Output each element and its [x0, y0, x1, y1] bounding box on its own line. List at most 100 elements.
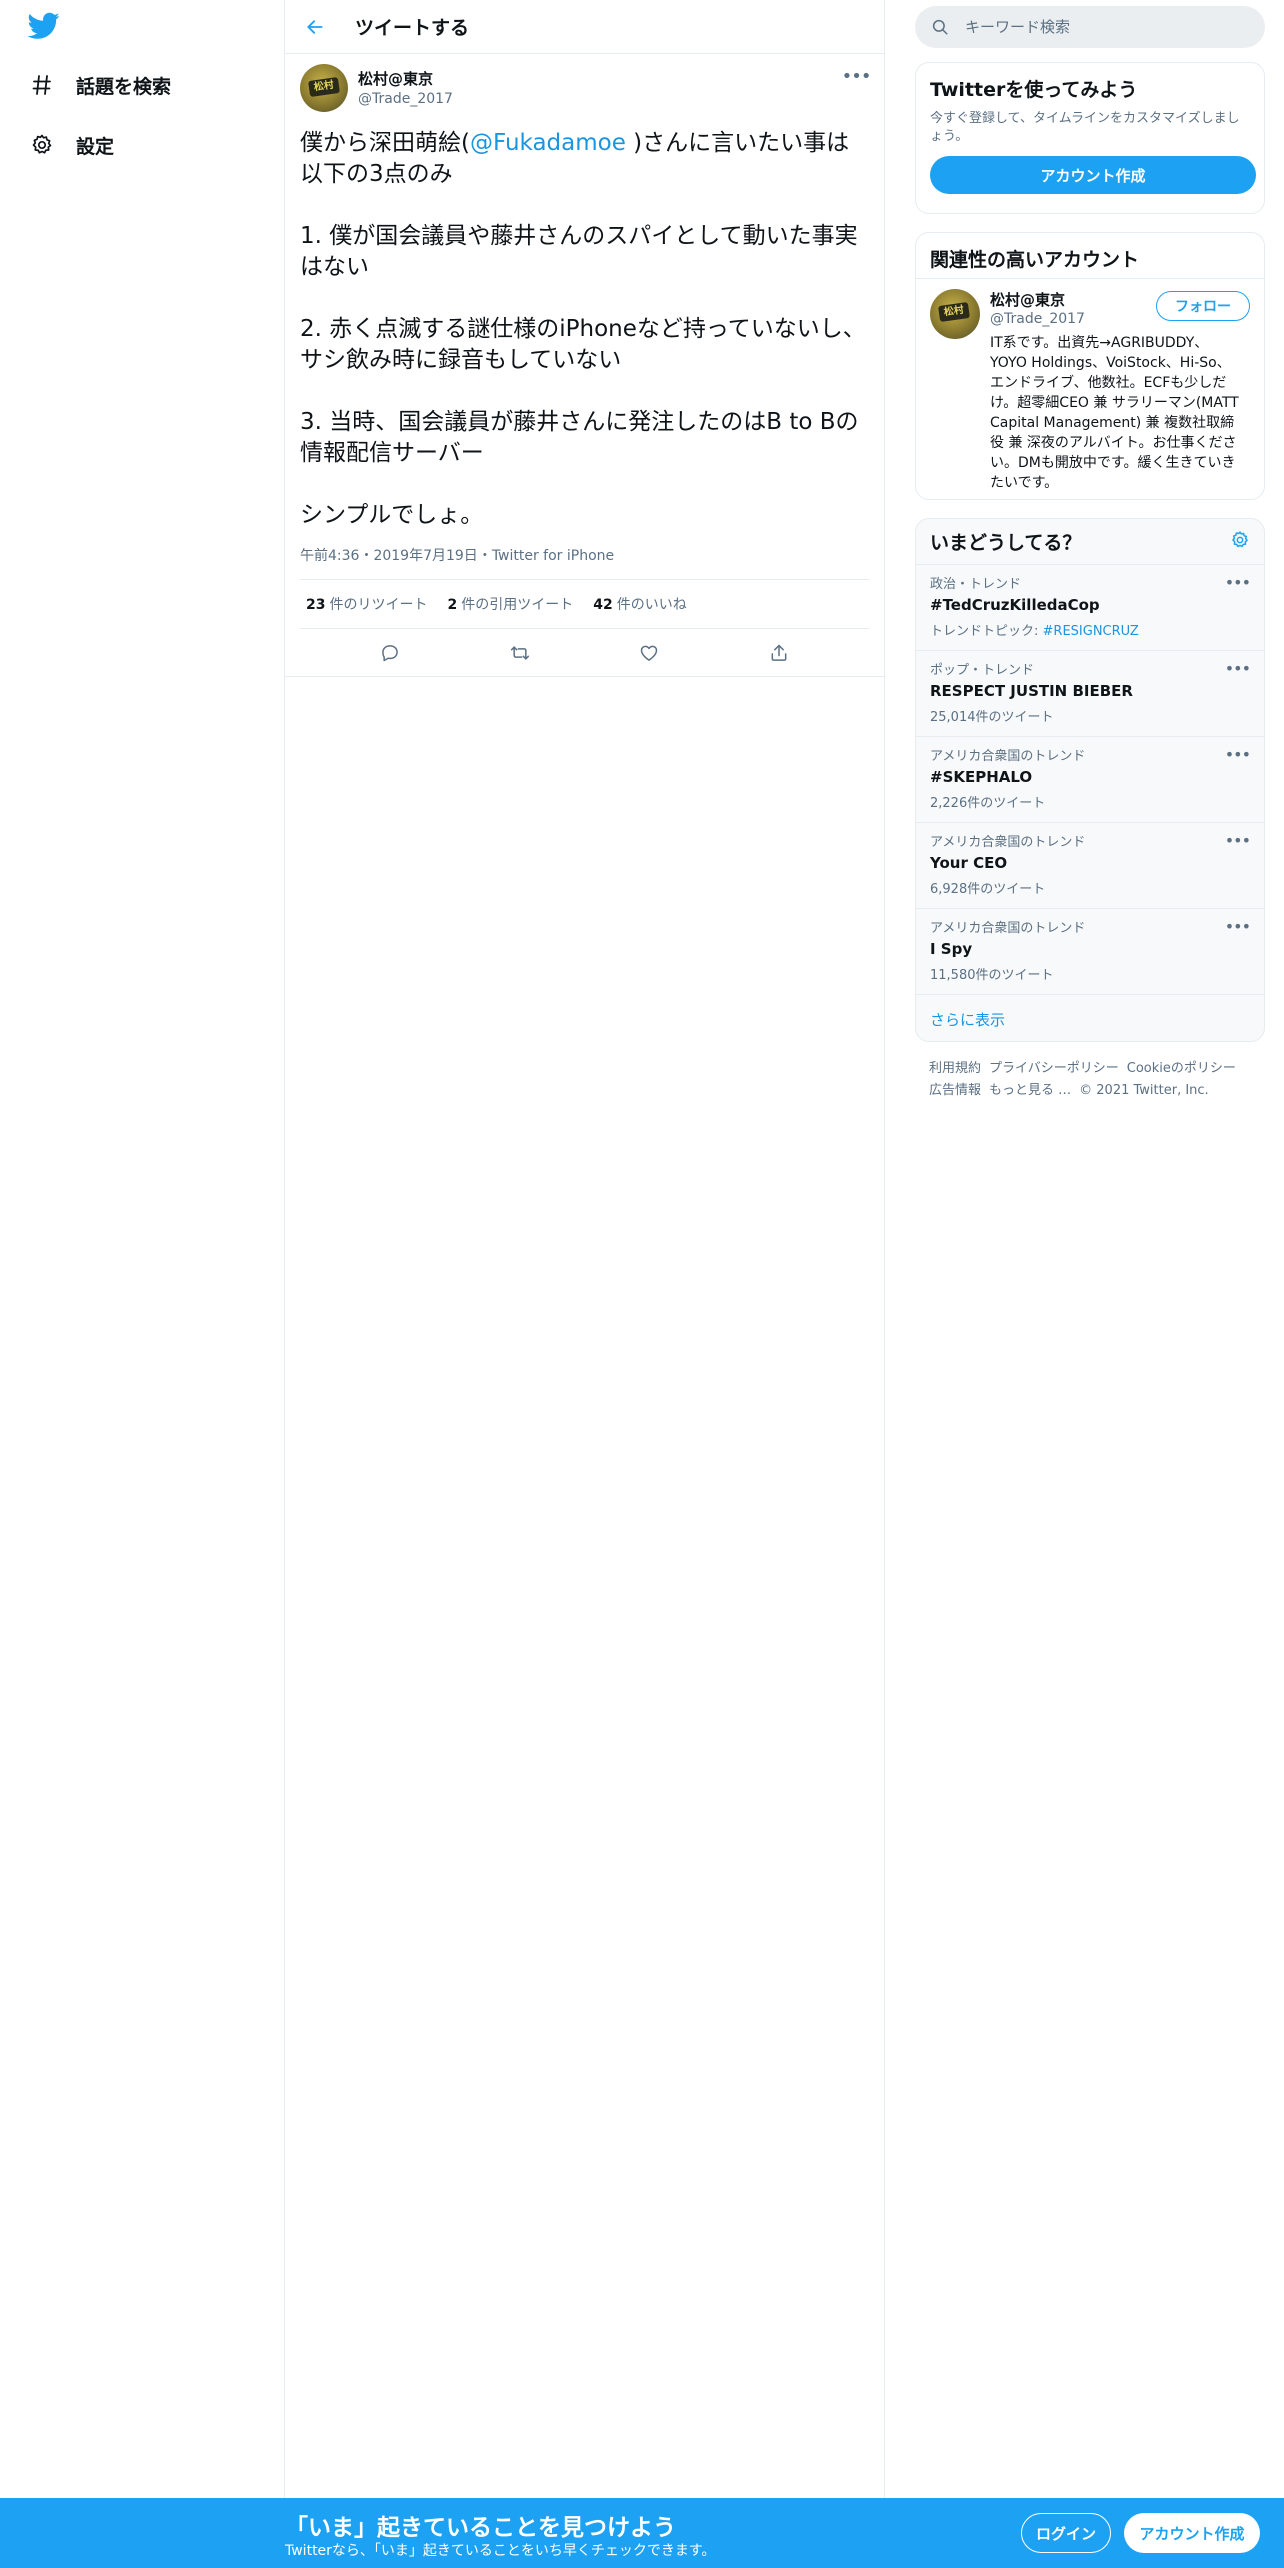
create-account-button[interactable]: アカウント作成 [930, 156, 1256, 194]
tweet-stats: 23 件のリツイート 2 件の引用ツイート 42 件のいいね [300, 580, 869, 629]
more-options-icon[interactable]: ••• [1225, 745, 1251, 764]
quote-count-value: 2 [447, 597, 458, 613]
gear-icon[interactable] [1230, 530, 1250, 554]
related-user-bio: IT系です。出資先→AGRIBUDDY、YOYO Holdings、VoiSto… [990, 335, 1239, 491]
trend-topic-link[interactable]: #RESIGNCRUZ [1043, 624, 1139, 639]
tweet-source[interactable]: Twitter for iPhone [492, 548, 614, 564]
avatar-stamp: 松村 [938, 301, 970, 323]
reply-button[interactable] [373, 636, 407, 670]
show-more-link[interactable]: さらに表示 [916, 995, 1264, 1044]
trend-name: RESPECT JUSTIN BIEBER [930, 682, 1133, 700]
login-button[interactable]: ログイン [1021, 2513, 1111, 2553]
trend-sub: 6,928件のツイート [930, 882, 1046, 897]
footer-link[interactable]: プライバシーポリシー [989, 1061, 1119, 1076]
bottom-bar-title: 「いま」起きていることを見つけよう [285, 2515, 676, 2541]
signup-title: Twitterを使ってみよう [930, 79, 1138, 101]
trend-sub: 11,580件のツイート [930, 968, 1054, 983]
like-count[interactable]: 42 件のいいね [593, 594, 686, 614]
reply-icon [382, 644, 398, 661]
retweet-count-value: 23 [306, 597, 326, 613]
app-root: 話題を検索 設定 ツイートする 松村 松村@東京 @Trade_2017 •••… [0, 0, 1284, 2568]
related-user[interactable]: 松村 松村@東京 @Trade_2017 IT系です。出資先→AGRIBUDDY… [916, 279, 1264, 503]
avatar[interactable]: 松村 [300, 64, 348, 112]
search-icon [931, 17, 951, 37]
trends-card: いまどうしてる？ 政治・トレンド #TedCruzKilledaCop トレンド… [915, 518, 1265, 1042]
more-options-icon[interactable]: ••• [842, 66, 872, 87]
like-count-label: 件のいいね [616, 597, 687, 613]
like-count-value: 42 [593, 597, 613, 613]
bottom-bar-subtitle: Twitterなら、「いま」起きていることをいち早くチェックできます。 [285, 2543, 716, 2559]
author-display-name: 松村@東京 [358, 70, 434, 88]
tweet: 松村 松村@東京 @Trade_2017 ••• 僕から深田萌絵(@Fukada… [285, 54, 884, 677]
related-title: 関連性の高いアカウント [916, 233, 1264, 279]
nav-settings[interactable]: 設定 [28, 125, 114, 165]
more-options-icon[interactable]: ••• [1225, 917, 1251, 936]
tweet-meta: 午前4:36・2019年7月19日・Twitter for iPhone [300, 545, 869, 580]
bottom-signup-bar: 「いま」起きていることを見つけよう Twitterなら、「いま」起きていることを… [0, 2498, 1284, 2568]
footer-link[interactable]: 広告情報 [929, 1083, 981, 1098]
avatar-stamp: 松村 [308, 76, 340, 98]
author-names[interactable]: 松村@東京 @Trade_2017 [358, 68, 453, 107]
trend-item[interactable]: アメリカ合衆国のトレンド I Spy 11,580件のツイート ••• [916, 909, 1264, 995]
heart-icon [641, 645, 658, 661]
share-button[interactable] [762, 636, 796, 670]
trends-header: いまどうしてる？ [916, 519, 1264, 565]
tweet-text-prefix: 僕から深田萌絵( [300, 130, 470, 156]
trend-name: I Spy [930, 940, 973, 958]
tweet-text-suffix: )さんに言いたい事は以下の3点のみ 1. 僕が国会議員や藤井さんのスパイとして動… [300, 130, 866, 528]
copyright: © 2021 Twitter, Inc. [1079, 1083, 1209, 1098]
footer-link[interactable]: Cookieのポリシー [1127, 1061, 1236, 1076]
more-options-icon[interactable]: ••• [1225, 573, 1251, 592]
footer-link[interactable]: もっと見る … [989, 1083, 1071, 1098]
tweet-text: 僕から深田萌絵(@Fukadamoe )さんに言いたい事は以下の3点のみ 1. … [300, 128, 869, 531]
tweet-date[interactable]: 2019年7月19日 [373, 548, 477, 564]
trend-item[interactable]: アメリカ合衆国のトレンド #SKEPHALO 2,226件のツイート ••• [916, 737, 1264, 823]
more-options-icon[interactable]: ••• [1225, 659, 1251, 678]
retweet-count-label: 件のリツイート [329, 597, 428, 613]
page-header: ツイートする [285, 0, 884, 54]
arrow-left-icon [307, 19, 323, 34]
mention-link[interactable]: @Fukadamoe [470, 130, 626, 156]
trend-name: Your CEO [930, 854, 1008, 872]
trend-sub: トレンドトピック: #RESIGNCRUZ [930, 620, 1250, 639]
left-nav: 話題を検索 設定 [0, 0, 285, 2568]
tweet-author: 松村 松村@東京 @Trade_2017 [300, 64, 869, 116]
tweet-time[interactable]: 午前4:36 [300, 548, 359, 564]
main-column: ツイートする 松村 松村@東京 @Trade_2017 ••• 僕から深田萌絵(… [285, 0, 885, 2568]
tweet-actions [285, 629, 884, 677]
retweet-count[interactable]: 23 件のリツイート [306, 594, 427, 614]
quote-count[interactable]: 2 件の引用ツイート [447, 594, 573, 614]
footer-link[interactable]: 利用規約 [929, 1061, 981, 1076]
trend-sub: 25,014件のツイート [930, 710, 1054, 725]
avatar[interactable]: 松村 [930, 289, 980, 339]
trend-item[interactable]: 政治・トレンド #TedCruzKilledaCop トレンドトピック: #RE… [916, 565, 1264, 651]
signup-button[interactable]: アカウント作成 [1124, 2513, 1260, 2553]
nav-settings-label: 設定 [76, 135, 115, 158]
signup-desc: 今すぐ登録して、タイムラインをカスタマイズしましょう。 [930, 111, 1240, 144]
gear-icon [28, 131, 56, 159]
nav-explore[interactable]: 話題を検索 [28, 65, 171, 105]
author-handle: @Trade_2017 [358, 91, 453, 107]
search-input[interactable] [965, 18, 1245, 36]
share-icon [771, 644, 787, 661]
more-options-icon[interactable]: ••• [1225, 831, 1251, 850]
back-button[interactable] [295, 7, 335, 47]
search-box[interactable] [915, 6, 1265, 48]
trend-context: 政治・トレンド [930, 577, 1022, 592]
signup-card: Twitterを使ってみよう 今すぐ登録して、タイムラインをカスタマイズしましょ… [915, 62, 1265, 214]
quote-count-label: 件の引用ツイート [461, 597, 574, 613]
like-button[interactable] [632, 636, 666, 670]
trend-sub: 2,226件のツイート [930, 796, 1046, 811]
retweet-button[interactable] [503, 636, 537, 670]
follow-button[interactable]: フォロー [1156, 291, 1250, 321]
meta-separator: ・ [477, 548, 492, 564]
footer-links: 利用規約 プライバシーポリシー Cookieのポリシー 広告情報 もっと見る … © 2… [929, 1058, 1259, 1102]
trend-context: ポップ・トレンド [930, 663, 1035, 678]
twitter-bird-icon[interactable] [27, 12, 62, 42]
trend-item[interactable]: アメリカ合衆国のトレンド Your CEO 6,928件のツイート ••• [916, 823, 1264, 909]
related-accounts-card: 関連性の高いアカウント 松村 松村@東京 @Trade_2017 IT系です。出… [915, 232, 1265, 500]
trend-sub-prefix: トレンドトピック: [930, 624, 1043, 639]
trend-item[interactable]: ポップ・トレンド RESPECT JUSTIN BIEBER 25,014件のツ… [916, 651, 1264, 737]
trend-context: アメリカ合衆国のトレンド [930, 749, 1086, 764]
trend-name: #SKEPHALO [930, 768, 1033, 786]
